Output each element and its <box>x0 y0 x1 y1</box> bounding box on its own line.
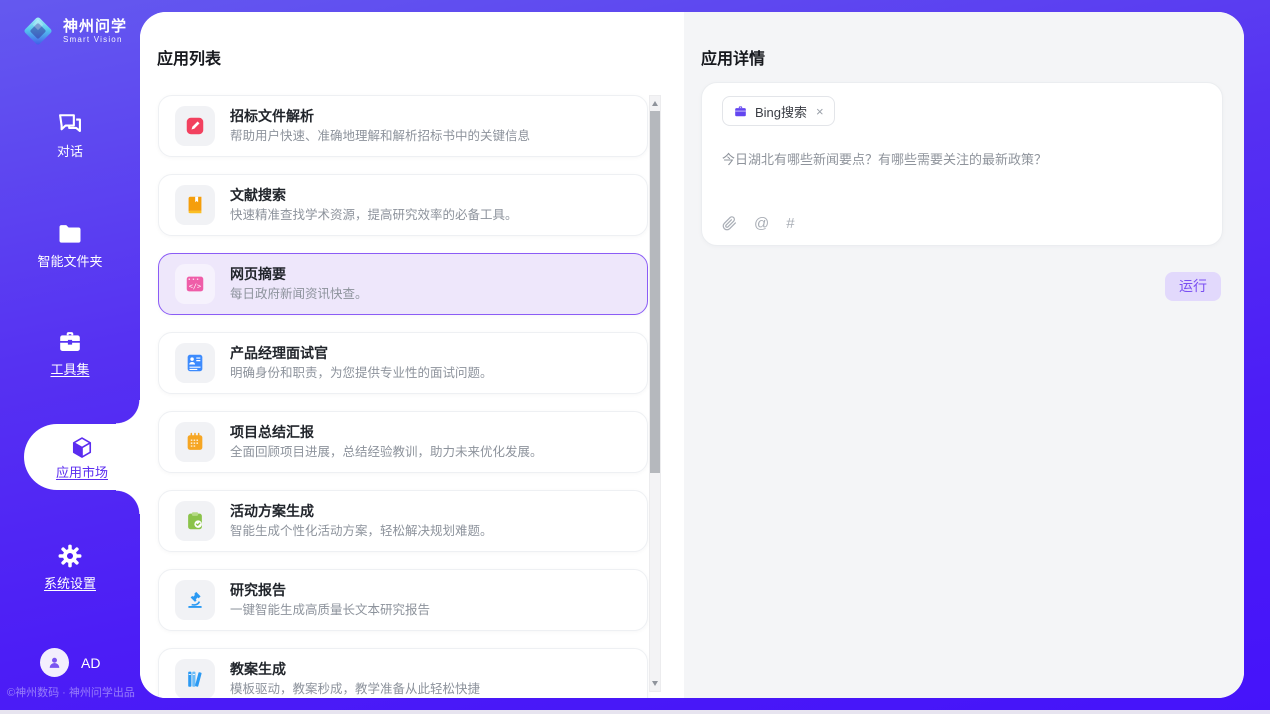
app-card-title: 项目总结汇报 <box>230 423 543 441</box>
chat-icon <box>56 110 84 138</box>
folder-icon <box>56 220 84 248</box>
briefcase-icon <box>733 104 748 119</box>
scroll-down-arrow-icon[interactable] <box>650 677 660 690</box>
app-card-title: 招标文件解析 <box>230 107 530 125</box>
toolbox-icon <box>56 328 84 356</box>
sidebar-item-folder[interactable]: 智能文件夹 <box>0 220 140 269</box>
sidebar-item-toolbox[interactable]: 工具集 <box>0 328 140 377</box>
prompt-toolbar: @ # <box>722 216 795 231</box>
sidebar-item-cube[interactable]: 应用市场 <box>24 424 140 490</box>
user-name: AD <box>81 655 100 671</box>
bottom-strip <box>0 710 1270 714</box>
app-card-title: 产品经理面试官 <box>230 344 493 362</box>
brand-subtitle: Smart Vision <box>63 35 127 45</box>
app-detail-title: 应用详情 <box>701 45 765 69</box>
diamond-logo-icon <box>20 13 56 49</box>
app-card-desc: 模板驱动，教案秒成，教学准备从此轻松快捷 <box>230 681 480 698</box>
app-detail-pane: 应用详情 Bing搜索 × 今日湖北有哪些新闻要点？有哪些需要关注的最新政策？ <box>684 12 1244 698</box>
sidebar-item-label: 智能文件夹 <box>37 254 102 269</box>
avatar[interactable] <box>40 648 69 677</box>
run-button[interactable]: 运行 <box>1165 272 1221 301</box>
app-card[interactable]: 教案生成模板驱动，教案秒成，教学准备从此轻松快捷 <box>158 648 648 698</box>
app-card-desc: 全面回顾项目进展，总结经验教训，助力未来优化发展。 <box>230 444 543 461</box>
app-card[interactable]: 研究报告一键智能生成高质量长文本研究报告 <box>158 569 648 631</box>
browser-code-icon: </> <box>175 264 215 304</box>
at-icon[interactable]: @ <box>754 216 769 231</box>
brand-logo: 神州问学 Smart Vision <box>20 13 127 49</box>
sidebar: 神州问学 Smart Vision 对话智能文件夹工具集应用市场系统设置 AD … <box>0 0 140 710</box>
app-card-desc: 每日政府新闻资讯快查。 <box>230 286 368 303</box>
app-card-desc: 一键智能生成高质量长文本研究报告 <box>230 602 430 619</box>
clipboard-check-icon <box>175 501 215 541</box>
sidebar-item-label: 系统设置 <box>44 576 96 591</box>
edit-square-icon <box>175 106 215 146</box>
app-window: 神州问学 Smart Vision 对话智能文件夹工具集应用市场系统设置 AD … <box>0 0 1270 714</box>
app-card[interactable]: 活动方案生成智能生成个性化活动方案，轻松解决规划难题。 <box>158 490 648 552</box>
close-icon[interactable]: × <box>816 105 824 118</box>
app-card-desc: 快速精准查找学术资源，提高研究效率的必备工具。 <box>230 207 518 224</box>
app-card-desc: 智能生成个性化活动方案，轻松解决规划难题。 <box>230 523 493 540</box>
app-card-title: 教案生成 <box>230 660 480 678</box>
paperclip-icon[interactable] <box>722 216 737 231</box>
scrollbar[interactable] <box>649 95 661 692</box>
sidebar-item-label: 对话 <box>57 144 83 159</box>
main-panel: 应用列表 招标文件解析帮助用户快速、准确地理解和解析招标书中的关键信息文献搜索快… <box>140 12 1244 698</box>
brand-name: 神州问学 <box>63 18 127 35</box>
app-card-title: 文献搜索 <box>230 186 518 204</box>
app-card[interactable]: 产品经理面试官明确身份和职责，为您提供专业性的面试问题。 <box>158 332 648 394</box>
app-card-desc: 明确身份和职责，为您提供专业性的面试问题。 <box>230 365 493 382</box>
books-icon <box>175 659 215 698</box>
sidebar-item-label: 工具集 <box>50 362 89 377</box>
app-card[interactable]: </> 网页摘要每日政府新闻资讯快查。 <box>158 253 648 315</box>
app-card[interactable]: 项目总结汇报全面回顾项目进展，总结经验教训，助力未来优化发展。 <box>158 411 648 473</box>
sidebar-item-label: 应用市场 <box>56 465 108 480</box>
microscope-icon <box>175 580 215 620</box>
tool-tag-bing[interactable]: Bing搜索 × <box>722 96 835 126</box>
svg-text:</>: </> <box>189 283 201 291</box>
app-card-desc: 帮助用户快速、准确地理解和解析招标书中的关键信息 <box>230 128 530 145</box>
notepad-icon <box>175 422 215 462</box>
app-list-pane: 应用列表 招标文件解析帮助用户快速、准确地理解和解析招标书中的关键信息文献搜索快… <box>140 12 684 698</box>
resume-icon <box>175 343 215 383</box>
user-row[interactable]: AD <box>40 648 100 677</box>
copyright-text: ©神州数码 · 神州问学出品 <box>7 684 135 700</box>
prompt-input[interactable]: 今日湖北有哪些新闻要点？有哪些需要关注的最新政策？ <box>722 151 1202 169</box>
sidebar-item-chat[interactable]: 对话 <box>0 110 140 159</box>
gear-icon <box>56 542 84 570</box>
app-card[interactable]: 招标文件解析帮助用户快速、准确地理解和解析招标书中的关键信息 <box>158 95 648 157</box>
hash-icon[interactable]: # <box>786 216 794 231</box>
app-card[interactable]: 文献搜索快速精准查找学术资源，提高研究效率的必备工具。 <box>158 174 648 236</box>
cube-icon <box>69 435 95 461</box>
tool-tag-label: Bing搜索 <box>755 102 807 121</box>
book-icon <box>175 185 215 225</box>
user-icon <box>46 654 63 671</box>
scrollbar-thumb[interactable] <box>650 111 660 473</box>
prompt-card: Bing搜索 × 今日湖北有哪些新闻要点？有哪些需要关注的最新政策？ @ # <box>701 82 1223 246</box>
app-list-title: 应用列表 <box>157 45 221 69</box>
app-card-list: 招标文件解析帮助用户快速、准确地理解和解析招标书中的关键信息文献搜索快速精准查找… <box>158 95 648 698</box>
app-card-title: 研究报告 <box>230 581 430 599</box>
app-card-title: 网页摘要 <box>230 265 368 283</box>
scroll-up-arrow-icon[interactable] <box>650 97 660 110</box>
app-card-title: 活动方案生成 <box>230 502 493 520</box>
sidebar-item-gear[interactable]: 系统设置 <box>0 542 140 591</box>
